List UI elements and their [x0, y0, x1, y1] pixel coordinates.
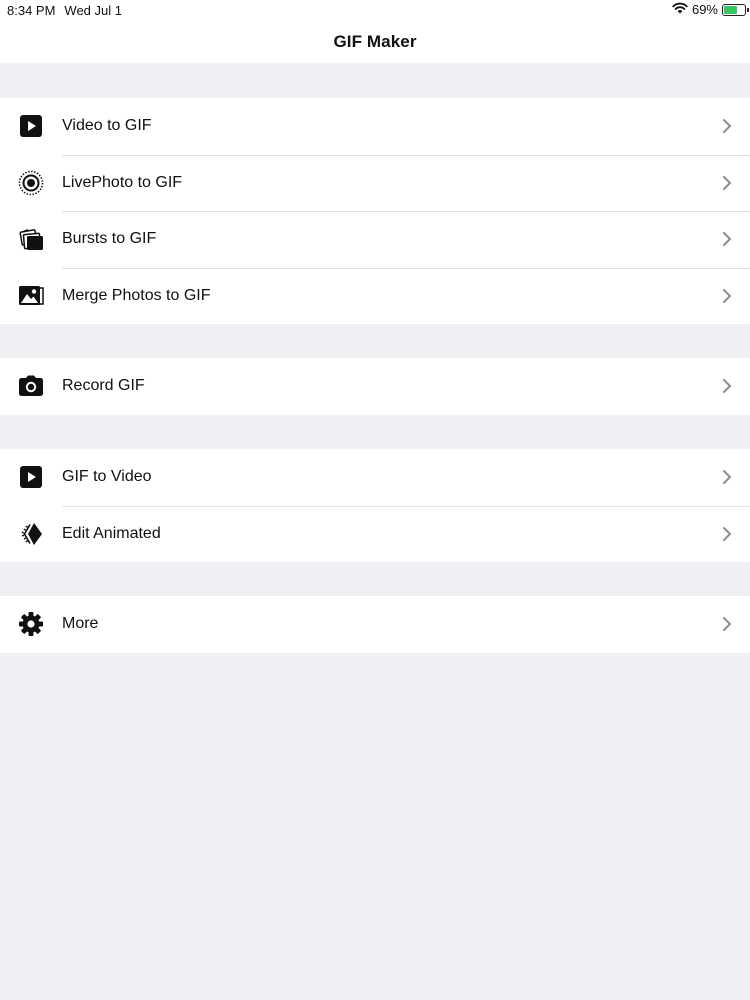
battery-percent: 69%	[691, 2, 718, 17]
status-right: 69%	[672, 2, 749, 17]
menu-row-more[interactable]: More	[0, 596, 750, 653]
chevron-right-icon	[722, 231, 732, 247]
chevron-right-icon	[722, 378, 732, 394]
photos-icon	[18, 283, 44, 309]
status-left: 8:34 PM Wed Jul 1	[7, 3, 122, 18]
menu-row-merge-photos-to-gif[interactable]: Merge Photos to GIF	[0, 267, 750, 325]
chevron-right-icon	[722, 469, 732, 485]
play-square-icon	[18, 464, 44, 490]
live-photo-icon	[18, 170, 44, 196]
menu-row-gif-to-video[interactable]: GIF to Video	[0, 449, 750, 506]
navigation-bar: GIF Maker	[0, 22, 750, 63]
menu-row-label: LivePhoto to GIF	[62, 173, 183, 191]
status-date: Wed Jul 1	[64, 3, 122, 18]
chevron-right-icon	[722, 288, 732, 304]
menu-row-label: Merge Photos to GIF	[62, 286, 211, 304]
menu-row-label: Video to GIF	[62, 117, 152, 135]
battery-icon	[722, 3, 749, 16]
chevron-right-icon	[722, 616, 732, 632]
status-time: 8:34 PM	[7, 3, 56, 18]
status-bar: 8:34 PM Wed Jul 1 69%	[0, 0, 750, 22]
menu-row-livephoto-to-gif[interactable]: LivePhoto to GIF	[0, 154, 750, 212]
section-gif-creation: Video to GIF LivePhoto to GIF Bursts to …	[0, 98, 750, 324]
section-convert-edit: GIF to Video Edit Animated	[0, 449, 750, 562]
chevron-right-icon	[722, 175, 732, 191]
menu-row-label: Bursts to GIF	[62, 230, 157, 248]
menu-row-label: Edit Animated	[62, 524, 161, 542]
menu-row-edit-animated[interactable]: Edit Animated	[0, 505, 750, 563]
section-record: Record GIF	[0, 358, 750, 415]
gear-icon	[18, 611, 44, 637]
battery-cap	[747, 7, 749, 12]
battery-fill	[724, 5, 737, 14]
menu-row-bursts-to-gif[interactable]: Bursts to GIF	[0, 211, 750, 268]
menu-row-record-gif[interactable]: Record GIF	[0, 358, 750, 415]
chevron-right-icon	[722, 118, 732, 134]
menu-row-label: Record GIF	[62, 377, 145, 395]
play-square-icon	[18, 113, 44, 139]
menu-row-label: More	[62, 615, 99, 633]
menu-row-video-to-gif[interactable]: Video to GIF	[0, 98, 750, 155]
bursts-icon	[18, 226, 44, 252]
wifi-icon	[672, 2, 688, 17]
edit-animated-icon	[18, 521, 44, 547]
chevron-right-icon	[722, 526, 732, 542]
section-more: More	[0, 596, 750, 653]
camera-icon	[18, 373, 44, 399]
page-title: GIF Maker	[333, 32, 417, 51]
menu-row-label: GIF to Video	[62, 468, 152, 486]
